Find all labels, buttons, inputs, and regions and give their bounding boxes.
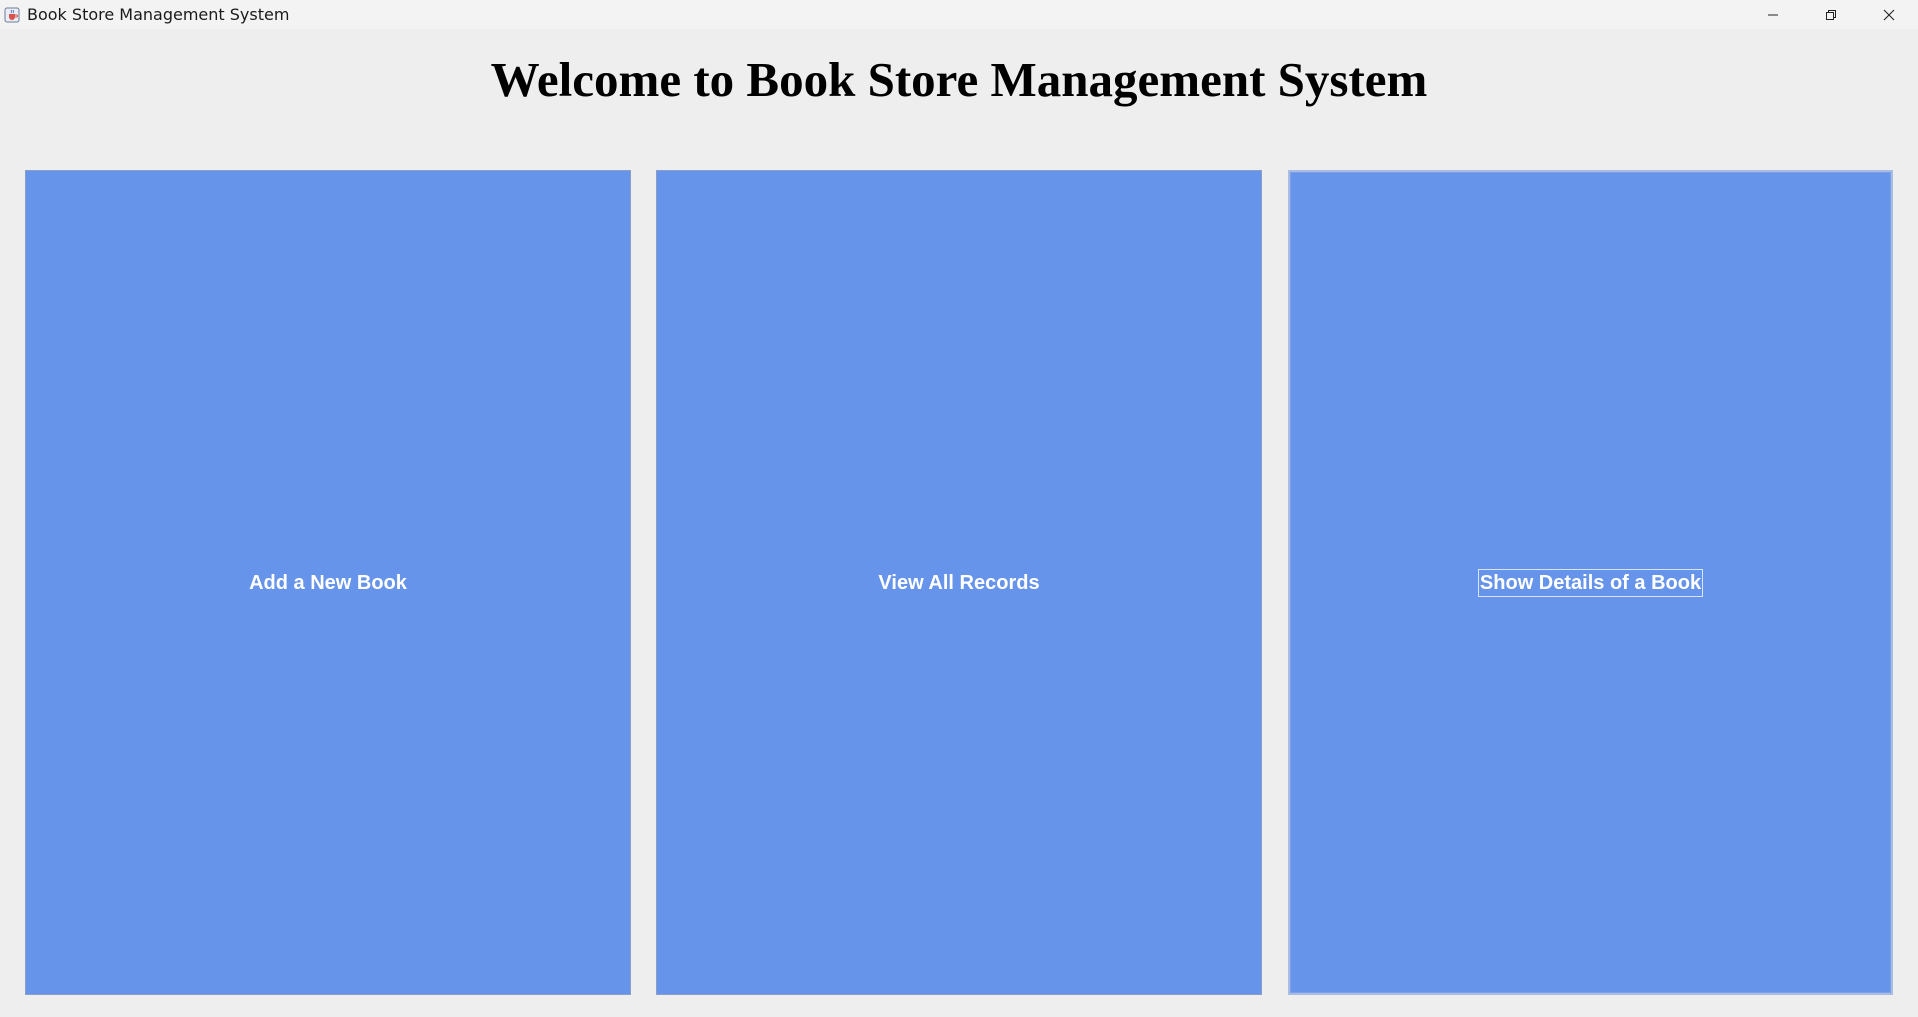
- window-title: Book Store Management System: [27, 5, 290, 24]
- show-book-details-label: Show Details of a Book: [1477, 568, 1704, 597]
- view-all-records-label: View All Records: [878, 571, 1040, 594]
- minimize-button[interactable]: [1744, 0, 1802, 29]
- show-book-details-button[interactable]: Show Details of a Book: [1288, 170, 1893, 995]
- window-controls: [1744, 0, 1918, 29]
- app-window: Book Store Management System Welcome to …: [0, 0, 1918, 1017]
- restore-icon: [1825, 9, 1837, 21]
- welcome-heading: Welcome to Book Store Management System: [490, 52, 1428, 107]
- java-cup-icon: [3, 6, 21, 24]
- add-new-book-button[interactable]: Add a New Book: [25, 170, 631, 995]
- add-new-book-label: Add a New Book: [249, 571, 407, 594]
- view-all-records-button[interactable]: View All Records: [656, 170, 1262, 995]
- restore-button[interactable]: [1802, 0, 1860, 29]
- close-button[interactable]: [1860, 0, 1918, 29]
- title-bar[interactable]: Book Store Management System: [0, 0, 1918, 29]
- minimize-icon: [1767, 9, 1779, 21]
- close-icon: [1883, 9, 1895, 21]
